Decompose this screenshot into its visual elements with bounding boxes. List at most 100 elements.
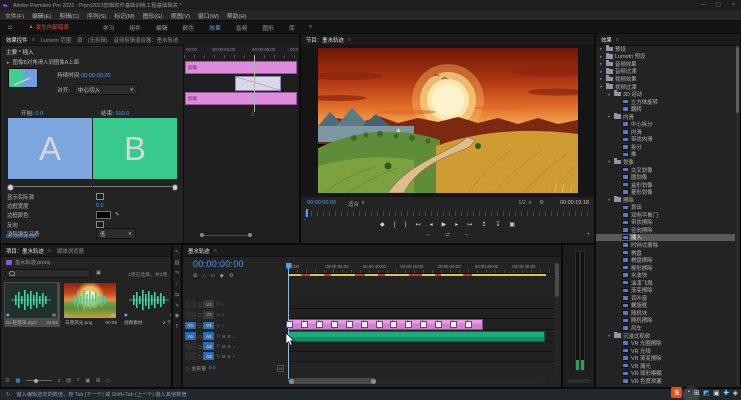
- item-thumbnail[interactable]: ▤ ▣: [123, 283, 172, 318]
- effect-tree-row[interactable]: 内滑: [596, 128, 735, 136]
- lock-icon[interactable]: ◻: [198, 323, 201, 328]
- tab-program-monitor[interactable]: 节目：墨水轨迹: [306, 36, 344, 44]
- effect-tree-row[interactable]: 带状内滑: [596, 136, 735, 144]
- icon-view-icon[interactable]: ▦: [15, 378, 20, 384]
- workspace-tab-effects[interactable]: 效果: [209, 23, 221, 32]
- timeline-settings-icon[interactable]: ⚙: [229, 273, 234, 279]
- clip-segment[interactable]: [468, 320, 482, 329]
- timeline-timecode[interactable]: 00:00:00:00: [193, 259, 244, 269]
- start-slider[interactable]: [8, 184, 92, 189]
- duration-value[interactable]: 00:00:00:20: [81, 73, 111, 79]
- export-frame-icon[interactable]: ▣: [509, 221, 515, 228]
- effect-tree-row[interactable]: 百叶窗: [596, 294, 735, 302]
- track-badge[interactable]: A1: [203, 332, 214, 340]
- effect-tree-row[interactable]: 楔形擦除: [596, 264, 735, 272]
- end-value[interactable]: 100.0: [115, 111, 129, 117]
- item-thumbnail[interactable]: ▤ ▣: [5, 283, 57, 318]
- menu-item[interactable]: 视图(V): [171, 11, 190, 20]
- project-item[interactable]: ▤ ▣ 视频素材 2 个项: [122, 282, 172, 327]
- source-patch[interactable]: [185, 300, 196, 308]
- effect-tree-row[interactable]: VR 漏光: [596, 362, 735, 370]
- end-slider[interactable]: [93, 184, 177, 189]
- multi-camera-icon[interactable]: ¬: [465, 232, 468, 238]
- track-visibility-icon[interactable]: ○: [222, 302, 225, 307]
- tab-effect-controls[interactable]: 效果控件: [6, 36, 28, 44]
- workspace-tab-editing[interactable]: 编辑: [156, 23, 168, 32]
- sync-lock-icon[interactable]: ◇: [216, 301, 219, 307]
- delete-icon[interactable]: ▭: [106, 378, 111, 384]
- track-lane-a2[interactable]: [288, 342, 555, 352]
- add-marker-icon[interactable]: ◆: [220, 273, 224, 279]
- panel-menu-icon[interactable]: ≡: [48, 248, 51, 254]
- master-track-header[interactable]: ◻ 主声道 0.0 H: [185, 363, 286, 373]
- track-badge[interactable]: V1: [203, 322, 214, 330]
- effect-tree-row[interactable]: 油漆飞溅: [596, 279, 735, 287]
- parameter-select[interactable]: 低∨: [96, 228, 136, 239]
- mini-timeline-clip-b[interactable]: 剪辑: [185, 92, 297, 105]
- mini-timeline-zoom-scrollbar[interactable]: [200, 233, 252, 237]
- mute-button[interactable]: M: [222, 344, 226, 349]
- lift-icon[interactable]: ↥: [481, 221, 486, 228]
- razor-tool[interactable]: ∕: [177, 282, 178, 287]
- effect-tree-row[interactable]: 盒形划像: [596, 181, 735, 189]
- track-badge[interactable]: A2: [203, 342, 214, 350]
- video-track-header[interactable]: ◻ V3 ◇ ○: [185, 299, 286, 309]
- effect-tree-row[interactable]: 渐变擦除: [596, 287, 735, 295]
- preview-clip-b[interactable]: B: [93, 118, 177, 179]
- extract-icon[interactable]: ↧: [495, 221, 500, 228]
- start-value[interactable]: 0.0: [35, 111, 43, 117]
- effects-scrollbar-thumb[interactable]: [736, 47, 739, 113]
- alignment-select[interactable]: 中心切入 ∨: [74, 84, 138, 95]
- panel-menu-icon[interactable]: ≡: [348, 37, 351, 43]
- mark-in-icon[interactable]: {: [394, 222, 396, 228]
- effect-tree-row[interactable]: ▾ 内滑: [596, 113, 735, 121]
- video-track-header[interactable]: ◻ V2 ◇ ○: [185, 309, 286, 321]
- effect-tree-row[interactable]: 插入: [596, 234, 735, 242]
- search-input[interactable]: [17, 271, 87, 277]
- effect-tree-row[interactable]: ▾ 沉浸式视频: [596, 332, 735, 340]
- preview-play-icon[interactable]: ►: [6, 60, 11, 65]
- effect-tree-row[interactable]: 棋盘: [596, 249, 735, 257]
- parameter-value[interactable]: 0.0: [96, 203, 104, 209]
- menu-item[interactable]: 剪辑(C): [59, 11, 79, 20]
- selection-tool[interactable]: ↖: [175, 250, 179, 255]
- audio-track-header[interactable]: ◻ A3 ◇ M S ♪: [185, 351, 286, 361]
- minimize-button[interactable]: —: [696, 0, 711, 10]
- source-patch[interactable]: [185, 311, 196, 319]
- effect-tree-row[interactable]: 拆分: [596, 143, 735, 151]
- effect-tree-row[interactable]: 水波块: [596, 271, 735, 279]
- automate-to-sequence-icon[interactable]: ▤: [66, 378, 71, 384]
- tab-sequence[interactable]: 墨水轨迹: [188, 247, 210, 255]
- source-patch[interactable]: A1: [185, 332, 196, 340]
- go-to-in-icon[interactable]: ↤: [416, 221, 421, 228]
- lock-icon[interactable]: ◻: [198, 344, 201, 349]
- snap-icon[interactable]: ∩: [202, 273, 206, 279]
- timeline-ruler[interactable]: 00:0000:00:05:0000:00:10:0000:00:15:0000…: [288, 263, 555, 274]
- effect-tree-row[interactable]: ▾ 擦除: [596, 196, 735, 204]
- menu-item[interactable]: 序列(S): [87, 11, 106, 20]
- mute-button[interactable]: M: [222, 354, 226, 359]
- transition-block[interactable]: [235, 76, 281, 91]
- lock-icon[interactable]: ◻: [198, 334, 201, 339]
- effect-tree-row[interactable]: VR 光圈擦除: [596, 339, 735, 347]
- effect-tree-row[interactable]: 棋盘擦除: [596, 256, 735, 264]
- mini-timeline-playhead[interactable]: [254, 55, 255, 112]
- project-item[interactable]: ▤ ▣ 日落风光.png 00:05: [63, 282, 119, 327]
- lock-icon[interactable]: ◻: [198, 354, 201, 359]
- source-patch[interactable]: [185, 342, 196, 350]
- effect-tree-row[interactable]: ▾ 划像: [596, 158, 735, 166]
- settings-wrench-icon[interactable]: ⚙: [539, 200, 544, 206]
- type-tool[interactable]: T: [175, 325, 178, 330]
- step-back-icon[interactable]: ◂: [430, 221, 433, 228]
- sync-lock-icon[interactable]: ◇: [216, 343, 219, 349]
- timeline-horizontal-scrollbar[interactable]: [288, 378, 546, 384]
- lock-icon[interactable]: ◻: [198, 302, 201, 307]
- track-lane-a3[interactable]: [288, 352, 555, 362]
- effect-tree-row[interactable]: 中心拆分: [596, 120, 735, 128]
- effect-tree-row[interactable]: 立方体旋转: [596, 98, 735, 106]
- eyedropper-icon[interactable]: ✎: [115, 212, 120, 218]
- effect-tree-row[interactable]: VR 光线: [596, 347, 735, 355]
- menu-item[interactable]: 窗口(W): [198, 11, 219, 20]
- audio-track-header[interactable]: ◻ A2 ◇ M S ♪: [185, 341, 286, 351]
- mic-icon[interactable]: ♪: [232, 354, 234, 359]
